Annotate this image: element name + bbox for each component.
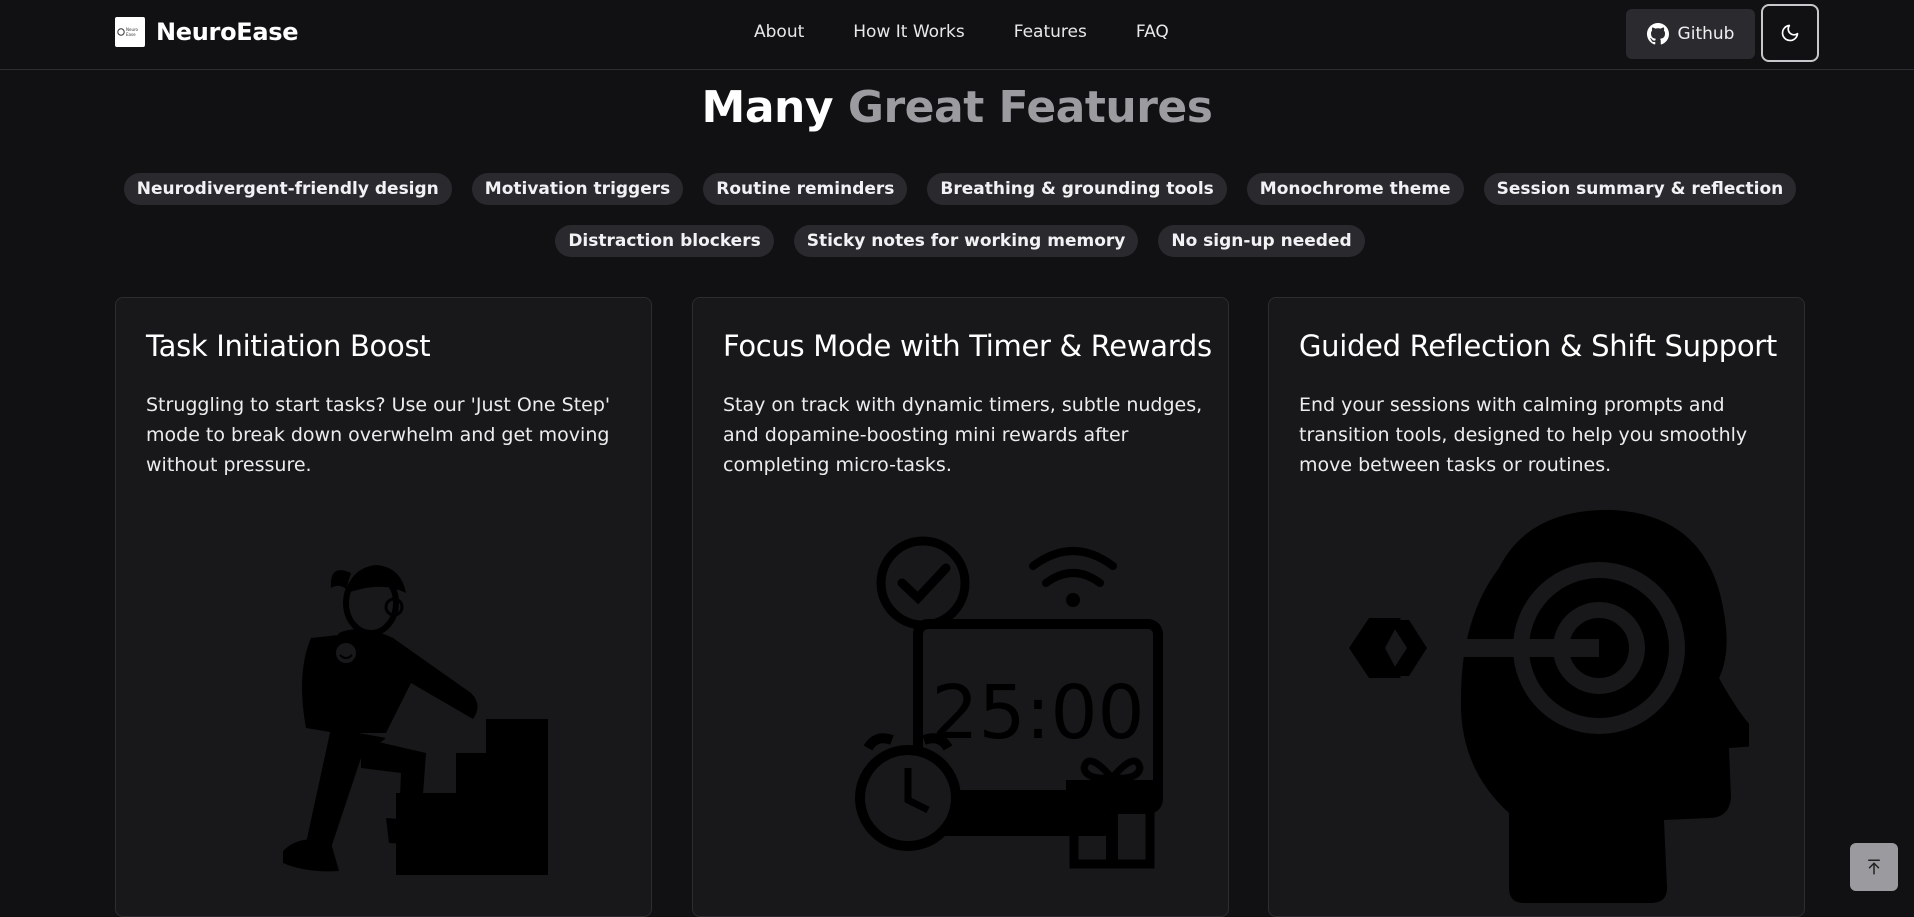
feature-tags: Neurodivergent-friendly design Motivatio… (120, 173, 1800, 257)
person-climbing-stairs-illustration (283, 565, 548, 875)
features-title-part2: Great Features (847, 82, 1213, 133)
feature-tag: Distraction blockers (555, 225, 774, 257)
nav-link-about[interactable]: About (754, 22, 804, 42)
scroll-to-top-button[interactable] (1850, 843, 1898, 891)
logo-text-line2: Ease (126, 32, 136, 37)
feature-card-title: Task Initiation Boost (146, 329, 431, 363)
feature-tag: Monochrome theme (1246, 173, 1464, 205)
navbar: Neuro Ease NeuroEase About How It Works … (0, 0, 1914, 70)
brand-logo: Neuro Ease (115, 17, 145, 47)
brand[interactable]: Neuro Ease NeuroEase (115, 17, 299, 47)
feature-card-focus-mode: Focus Mode with Timer & Rewards Stay on … (692, 297, 1229, 917)
feature-card-title: Focus Mode with Timer & Rewards (723, 329, 1212, 363)
theme-toggle-button[interactable] (1761, 4, 1819, 62)
feature-card-guided-reflection: Guided Reflection & Shift Support End yo… (1268, 297, 1805, 917)
feature-tag: Neurodivergent-friendly design (123, 173, 452, 205)
feature-card-description: Struggling to start tasks? Use our 'Just… (146, 394, 611, 476)
timer-display-text: 25:00 (931, 670, 1144, 756)
main-nav: About How It Works Features FAQ (754, 22, 1218, 42)
brand-name: NeuroEase (156, 18, 299, 46)
head-target-illustration (1349, 509, 1749, 903)
feature-tag: Sticky notes for working memory (793, 225, 1139, 257)
feature-tag: Motivation triggers (471, 173, 684, 205)
features-title: Many Great Features (0, 82, 1914, 133)
feature-tag: Breathing & grounding tools (927, 173, 1227, 205)
nav-link-features[interactable]: Features (1014, 22, 1087, 42)
feature-card-description: End your sessions with calming prompts a… (1299, 394, 1748, 476)
feature-card-task-initiation: Task Initiation Boost Struggling to star… (115, 297, 652, 917)
github-label: Github (1677, 24, 1735, 44)
moon-icon (1781, 24, 1799, 42)
feature-card-description: Stay on track with dynamic timers, subtl… (723, 394, 1203, 476)
github-button[interactable]: Github (1626, 9, 1755, 59)
feature-tag: Routine reminders (703, 173, 908, 205)
github-icon (1646, 23, 1669, 45)
nav-link-faq[interactable]: FAQ (1136, 22, 1169, 42)
nav-link-how-it-works[interactable]: How It Works (853, 22, 964, 42)
feature-tag: Session summary & reflection (1483, 173, 1797, 205)
feature-card-title: Guided Reflection & Shift Support (1299, 329, 1778, 363)
timer-rewards-illustration: 25:00 (855, 536, 1163, 869)
features-title-part1: Many (701, 82, 834, 133)
arrow-up-to-line-icon (1868, 859, 1880, 875)
feature-tag: No sign-up needed (1158, 225, 1365, 257)
